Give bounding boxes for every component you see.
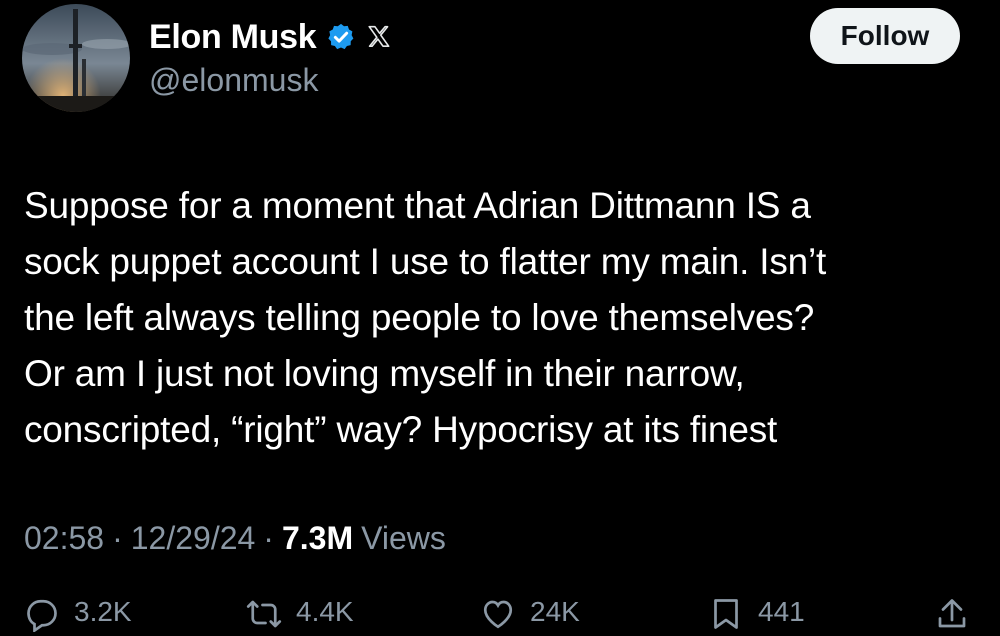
bookmark-icon [714, 599, 738, 629]
views-label: Views [361, 520, 446, 556]
tweet-text: Suppose for a moment that Adrian Dittman… [24, 178, 974, 458]
repost-count: 4.4K [296, 596, 354, 627]
tweet-card: Elon Musk @elonmusk Follow Suppose for a… [0, 0, 1000, 632]
tweet-date[interactable]: 12/29/24 [131, 520, 256, 557]
avatar-image [22, 4, 130, 112]
reply-count: 3.2K [74, 596, 132, 627]
tweet-text-line: the left always telling people to love t… [24, 297, 815, 338]
x-logo-icon [366, 24, 392, 50]
bookmark-count: 441 [758, 596, 805, 627]
repost-icon [246, 600, 282, 628]
tweet-text-line: sock puppet account I use to flatter my … [24, 241, 827, 282]
meta-separator: · [112, 520, 123, 556]
repost-button[interactable]: 4.4K [246, 596, 354, 632]
share-button[interactable] [934, 596, 970, 632]
tweet-text-line: Suppose for a moment that Adrian Dittman… [24, 185, 811, 226]
author-handle[interactable]: @elonmusk [149, 62, 318, 99]
verified-badge-icon[interactable] [326, 22, 356, 52]
bookmark-button[interactable]: 441 [708, 596, 805, 632]
author-name-row: Elon Musk [149, 14, 392, 60]
views-count: 7.3M [281, 520, 354, 556]
tweet-meta: 02:58 · 12/29/24 · 7.3M Views [24, 520, 446, 557]
tweet-text-line: Or am I just not loving myself in their … [24, 353, 745, 394]
reply-icon [27, 599, 57, 632]
tweet-text-line: conscripted, “right” way? Hypocrisy at i… [24, 409, 778, 450]
meta-separator: · [263, 520, 274, 556]
like-count: 24K [530, 596, 580, 627]
tweet-time[interactable]: 02:58 [24, 520, 104, 557]
action-bar: 3.2K 4.4K 24K 441 [0, 596, 1000, 636]
share-icon [938, 599, 966, 628]
avatar[interactable] [22, 4, 130, 112]
reply-button[interactable]: 3.2K [24, 596, 132, 632]
follow-button[interactable]: Follow [810, 8, 960, 64]
display-name[interactable]: Elon Musk [149, 18, 317, 57]
heart-icon [483, 600, 513, 629]
like-button[interactable]: 24K [480, 596, 580, 632]
